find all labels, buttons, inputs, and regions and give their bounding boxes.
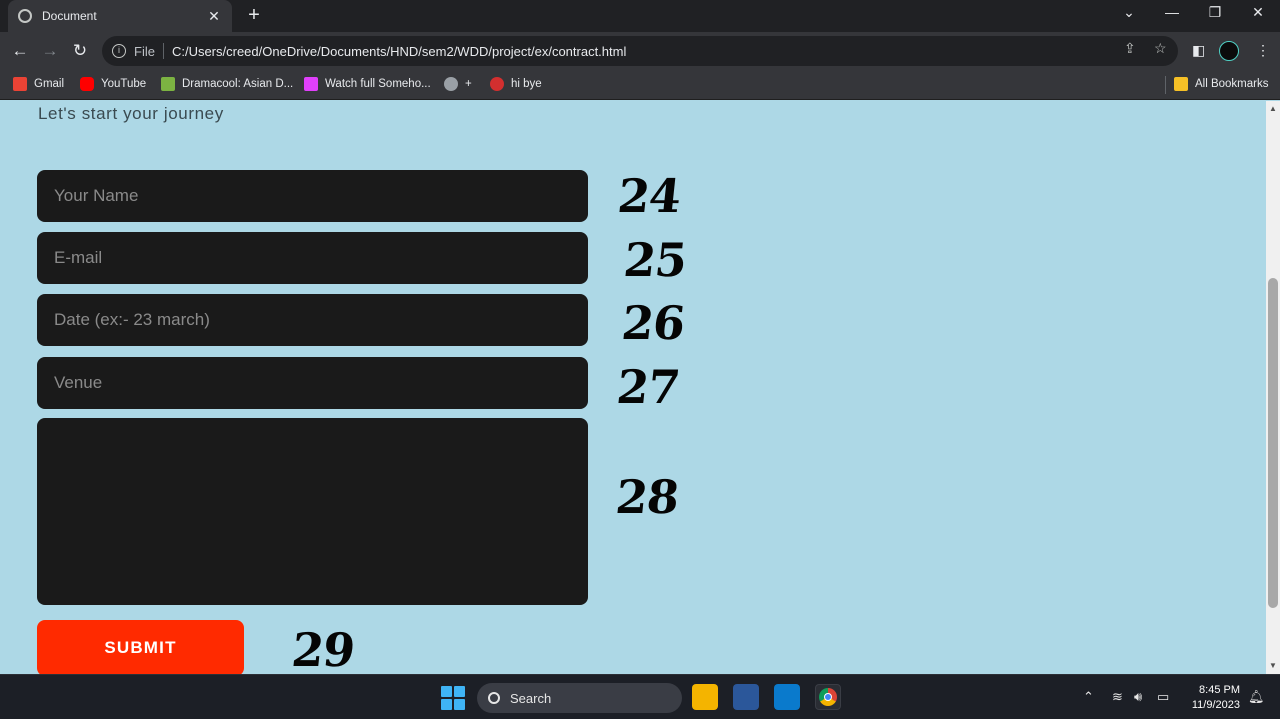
globe-icon <box>18 9 32 23</box>
bookmark-youtube[interactable]: YouTube <box>80 77 146 91</box>
show-hidden-icons[interactable]: ⌃ <box>1083 689 1094 705</box>
system-clock[interactable]: 8:45 PM 11/9/2023 <box>1186 683 1240 713</box>
tab-search-icon[interactable]: ⌄ <box>1117 4 1141 21</box>
m-icon <box>490 77 504 91</box>
tab-title: Document <box>42 9 97 23</box>
name-input[interactable] <box>37 170 588 222</box>
page-subtitle: Let's start your journey <box>38 104 224 123</box>
bookmark-dramacool[interactable]: Dramacool: Asian D... <box>161 77 293 91</box>
bookmark-label: Watch full Someho... <box>325 78 431 90</box>
date-input[interactable] <box>37 294 588 346</box>
file-explorer-icon[interactable] <box>692 684 718 710</box>
bookmark-watch[interactable]: Watch full Someho... <box>304 77 431 91</box>
bookmark-gmail[interactable]: Gmail <box>13 77 64 91</box>
tab-bar: Document ✕ + ⌄ — ❐ ✕ <box>0 0 1280 32</box>
tab-document[interactable]: Document ✕ <box>8 0 232 32</box>
vscode-icon[interactable] <box>774 684 800 710</box>
info-icon[interactable]: i <box>112 44 126 58</box>
wifi-icon[interactable]: ≋ <box>1112 689 1123 705</box>
email-input[interactable] <box>37 232 588 284</box>
watch-icon <box>304 77 318 91</box>
new-tab-button[interactable]: + <box>244 5 264 25</box>
bookmark-hi-bye[interactable]: hi bye <box>490 77 542 91</box>
all-bookmarks[interactable]: All Bookmarks <box>1174 77 1269 91</box>
bookmark-label: YouTube <box>101 78 147 90</box>
submit-button[interactable]: SUBMIT <box>37 620 244 674</box>
clock-date: 11/9/2023 <box>1191 699 1240 711</box>
youtube-icon <box>80 77 94 91</box>
scrollbar-thumb[interactable] <box>1268 278 1278 608</box>
search-label: Search <box>510 690 552 706</box>
search-icon <box>488 692 500 704</box>
volume-icon[interactable]: 🔊︎ <box>1134 689 1142 705</box>
page-viewport: Let's start your journey SUBMIT 24 25 26… <box>0 101 1266 674</box>
gmail-icon <box>13 77 27 91</box>
annotation-27: 27 <box>614 360 682 414</box>
windows-start-icon[interactable] <box>441 686 465 710</box>
chrome-icon[interactable] <box>815 684 841 710</box>
side-panel-icon[interactable]: ◧ <box>1192 42 1205 59</box>
bookmark-label: Dramacool: Asian D... <box>182 78 294 90</box>
bookmark-globe[interactable]: + <box>444 77 472 91</box>
browser-toolbar: ← → ↻ i File C:/Users/creed/OneDrive/Doc… <box>0 32 1280 70</box>
menu-icon[interactable]: ⋮ <box>1256 42 1270 59</box>
bookmark-label: hi bye <box>511 78 542 90</box>
file-label: File <box>134 43 155 59</box>
windows-taskbar: Search ⌃ ≋ 🔊︎ ▭ 8:45 PM 11/9/2023 🔔︎ <box>0 674 1280 719</box>
reload-icon[interactable]: ↻ <box>69 40 91 62</box>
forward-icon[interactable]: → <box>39 40 61 62</box>
share-icon[interactable]: ⇪ <box>1124 40 1136 57</box>
annotation-24: 24 <box>615 169 683 223</box>
profile-avatar[interactable] <box>1219 41 1239 61</box>
annotation-29: 29 <box>289 623 357 674</box>
annotation-25: 25 <box>621 233 689 287</box>
annotation-26: 26 <box>619 296 687 350</box>
close-window-icon[interactable]: ✕ <box>1246 4 1270 21</box>
word-icon[interactable] <box>733 684 759 710</box>
back-icon[interactable]: ← <box>9 40 31 62</box>
globe-icon <box>444 77 458 91</box>
battery-icon[interactable]: ▭ <box>1157 689 1169 705</box>
scroll-down-arrow-icon[interactable]: ▼ <box>1266 660 1280 672</box>
bookmark-label: Gmail <box>34 78 65 90</box>
notification-icon[interactable]: 🔔︎ <box>1248 689 1265 705</box>
scroll-up-arrow-icon[interactable]: ▲ <box>1266 103 1280 115</box>
bookmark-label: + <box>465 78 472 90</box>
url-text[interactable]: C:/Users/creed/OneDrive/Documents/HND/se… <box>172 44 626 59</box>
bookmark-star-icon[interactable]: ☆ <box>1154 40 1167 57</box>
taskbar-search[interactable]: Search <box>477 683 682 713</box>
dramacool-icon <box>161 77 175 91</box>
venue-input[interactable] <box>37 357 588 409</box>
all-bookmarks-label: All Bookmarks <box>1195 78 1269 90</box>
clock-time: 8:45 PM <box>1199 684 1240 696</box>
restore-icon[interactable]: ❐ <box>1203 4 1227 21</box>
omnibox-divider <box>162 43 164 59</box>
minimize-icon[interactable]: — <box>1160 4 1184 20</box>
bookmarks-bar: Gmail YouTube Dramacool: Asian D... Watc… <box>0 70 1280 100</box>
address-bar[interactable]: i File C:/Users/creed/OneDrive/Documents… <box>102 36 1178 66</box>
close-tab-icon[interactable]: ✕ <box>206 8 222 25</box>
message-textarea[interactable] <box>37 418 588 605</box>
annotation-28: 28 <box>613 470 681 524</box>
folder-icon <box>1174 77 1188 91</box>
bookmarks-divider <box>1165 76 1166 94</box>
